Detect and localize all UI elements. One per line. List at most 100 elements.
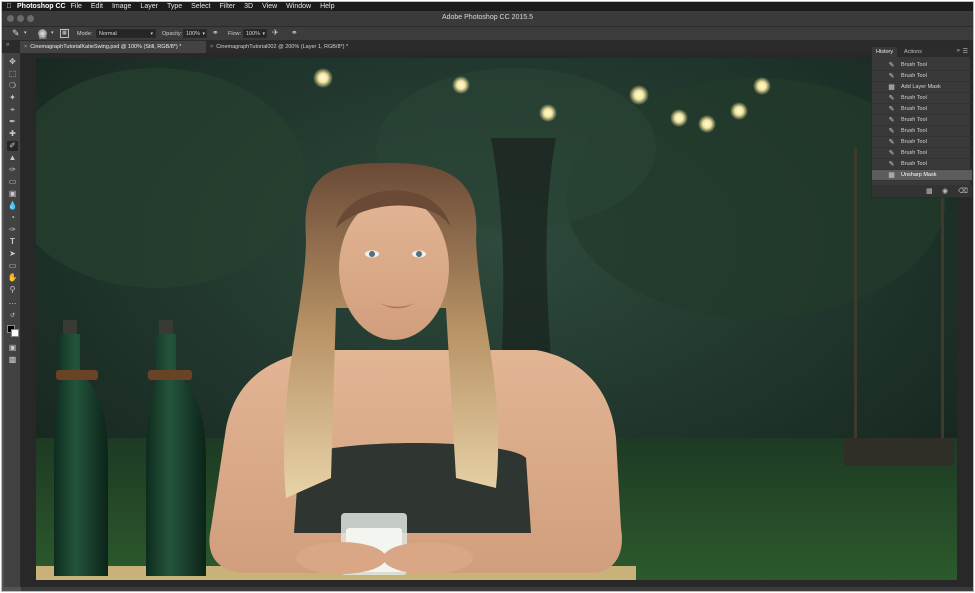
snapshot-camera-icon[interactable]: ◉ <box>942 187 948 195</box>
history-state-label: Brush Tool <box>901 73 927 79</box>
history-state[interactable]: ✎ Brush Tool <box>872 60 972 71</box>
chevron-down-icon: ▾ <box>262 31 265 37</box>
history-state[interactable]: ✎ Brush Tool <box>872 159 972 170</box>
window-title: Adobe Photoshop CC 2015.5 <box>441 14 534 21</box>
panel-menu-icon[interactable]: ☰ <box>963 48 968 55</box>
background-color-swatch[interactable] <box>11 329 19 337</box>
menu-window[interactable]: Window <box>286 2 311 11</box>
menu-select[interactable]: Select <box>191 2 210 11</box>
trash-icon[interactable]: ⌫ <box>958 187 968 195</box>
brush-panel-toggle-icon[interactable]: ▦ <box>60 29 69 38</box>
chevron-down-icon: ▾ <box>150 31 153 37</box>
menu-bar:  Photoshop CC File Edit Image Layer Typ… <box>2 2 973 11</box>
quick-mask-icon[interactable]: ▣ <box>7 343 18 353</box>
menu-layer[interactable]: Layer <box>140 2 158 11</box>
airbrush-icon[interactable]: ✈ <box>272 28 279 37</box>
mode-label: Mode: <box>77 31 93 37</box>
history-state-label: Brush Tool <box>901 150 927 156</box>
collapse-panel-icon[interactable]: » <box>957 48 960 54</box>
brush-tool-icon[interactable]: ✐ <box>7 141 18 151</box>
history-state-label: Brush Tool <box>901 62 927 68</box>
dodge-tool-icon[interactable]: ◔ <box>7 213 18 223</box>
path-selection-tool-icon[interactable]: ➤ <box>7 249 18 259</box>
tab-document-2[interactable]: × CinemagraphTutorial002 @ 200% (Layer 1,… <box>206 41 376 53</box>
history-state[interactable]: ✎ Brush Tool <box>872 148 972 159</box>
brush-icon: ✎ <box>888 62 895 69</box>
pressure-size-icon[interactable]: ⚭ <box>291 28 298 37</box>
history-state-label: Brush Tool <box>901 95 927 101</box>
document-tab-bar: » × CinemagraphTutorialKatieSwing.psd @ 1… <box>2 40 973 53</box>
menu-type[interactable]: Type <box>167 2 182 11</box>
history-state-label: Brush Tool <box>901 117 927 123</box>
move-tool-icon[interactable]: ✥ <box>7 57 18 67</box>
document-image[interactable] <box>36 58 957 580</box>
healing-brush-tool-icon[interactable]: ✚ <box>7 129 18 139</box>
close-tab-icon[interactable]: × <box>210 44 213 50</box>
history-state[interactable]: ✎ Brush Tool <box>872 126 972 137</box>
gradient-tool-icon[interactable]: ▣ <box>7 189 18 199</box>
tab-bar-collapse-icon[interactable]: » <box>6 42 9 48</box>
history-state-label: Add Layer Mask <box>901 84 941 90</box>
history-state[interactable]: ✎ Brush Tool <box>872 137 972 148</box>
menu-3d[interactable]: 3D <box>244 2 253 11</box>
apple-icon[interactable]:  <box>4 2 14 11</box>
eraser-tool-icon[interactable]: ▭ <box>7 177 18 187</box>
history-state-label: Brush Tool <box>901 106 927 112</box>
brush-tool-preset-icon[interactable]: ✎ <box>12 28 20 39</box>
chevron-down-icon[interactable]: ▾ <box>51 30 54 36</box>
rectangle-tool-icon[interactable]: ▭ <box>7 261 18 271</box>
brush-icon: ✎ <box>888 106 895 113</box>
brush-icon: ✎ <box>888 139 895 146</box>
pen-tool-icon[interactable]: ✑ <box>7 225 18 235</box>
marquee-tool-icon[interactable]: ⬚ <box>7 69 18 79</box>
screen-mode-icon[interactable]: ▩ <box>7 355 18 365</box>
history-state[interactable]: ▦ Add Layer Mask <box>872 82 972 93</box>
menu-app-name[interactable]: Photoshop CC <box>17 2 66 11</box>
menu-view[interactable]: View <box>262 2 277 11</box>
pressure-opacity-icon[interactable]: ⚭ <box>212 28 219 37</box>
eyedropper-tool-icon[interactable]: ✒ <box>7 117 18 127</box>
history-state[interactable]: ✎ Brush Tool <box>872 93 972 104</box>
new-document-from-state-icon[interactable]: ▩ <box>926 187 933 195</box>
clone-stamp-tool-icon[interactable]: ▲ <box>7 153 18 163</box>
title-bar: Adobe Photoshop CC 2015.5 <box>2 11 973 26</box>
opacity-value: 100% <box>186 31 201 37</box>
brush-icon: ✎ <box>888 128 895 135</box>
swap-colors-icon[interactable]: ↺ <box>7 311 18 321</box>
close-tab-icon[interactable]: × <box>24 44 27 50</box>
crop-tool-icon[interactable]: ⌖ <box>7 105 18 115</box>
filter-icon: ▦ <box>888 172 895 179</box>
tab-history[interactable]: History <box>872 47 898 57</box>
history-list: ✎ Brush Tool ✎ Brush Tool ▦ Add Layer Mask … <box>872 60 972 181</box>
flow-input[interactable]: 100% ▾ <box>243 29 267 38</box>
history-state[interactable]: ✎ Brush Tool <box>872 104 972 115</box>
menu-edit[interactable]: Edit <box>91 2 103 11</box>
mode-select[interactable]: Normal ▾ <box>96 29 156 38</box>
chevron-down-icon[interactable]: ▾ <box>24 30 27 36</box>
lasso-tool-icon[interactable]: ❍ <box>7 81 18 91</box>
tab-document-1-label: CinemagraphTutorialKatieSwing.psd @ 100%… <box>30 44 182 50</box>
quick-selection-tool-icon[interactable]: ✦ <box>7 93 18 103</box>
brush-icon: ✎ <box>888 161 895 168</box>
opacity-input[interactable]: 100% ▾ <box>183 29 207 38</box>
menu-filter[interactable]: Filter <box>220 2 236 11</box>
blur-tool-icon[interactable]: 💧 <box>7 201 18 211</box>
more-tools-icon[interactable]: ⋯ <box>7 299 18 309</box>
mode-select-value: Normal <box>99 31 117 37</box>
panel-tab-bar: History Actions » ☰ <box>872 47 970 57</box>
history-state[interactable]: ✎ Brush Tool <box>872 71 972 82</box>
menu-file[interactable]: File <box>71 2 82 11</box>
history-state[interactable]: ✎ Brush Tool <box>872 115 972 126</box>
type-tool-icon[interactable]: T <box>7 237 18 247</box>
layer-mask-icon: ▦ <box>888 84 895 91</box>
menu-help[interactable]: Help <box>320 2 334 11</box>
history-brush-tool-icon[interactable]: ✑ <box>7 165 18 175</box>
tab-actions[interactable]: Actions <box>900 47 926 57</box>
menu-image[interactable]: Image <box>112 2 131 11</box>
history-state-label: Brush Tool <box>901 139 927 145</box>
brush-icon: ✎ <box>888 73 895 80</box>
history-state-current[interactable]: ▦ Unsharp Mask <box>872 170 972 181</box>
zoom-tool-icon[interactable]: ⚲ <box>7 285 18 295</box>
tab-document-1[interactable]: × CinemagraphTutorialKatieSwing.psd @ 100… <box>20 41 206 53</box>
hand-tool-icon[interactable]: ✋ <box>7 273 18 283</box>
